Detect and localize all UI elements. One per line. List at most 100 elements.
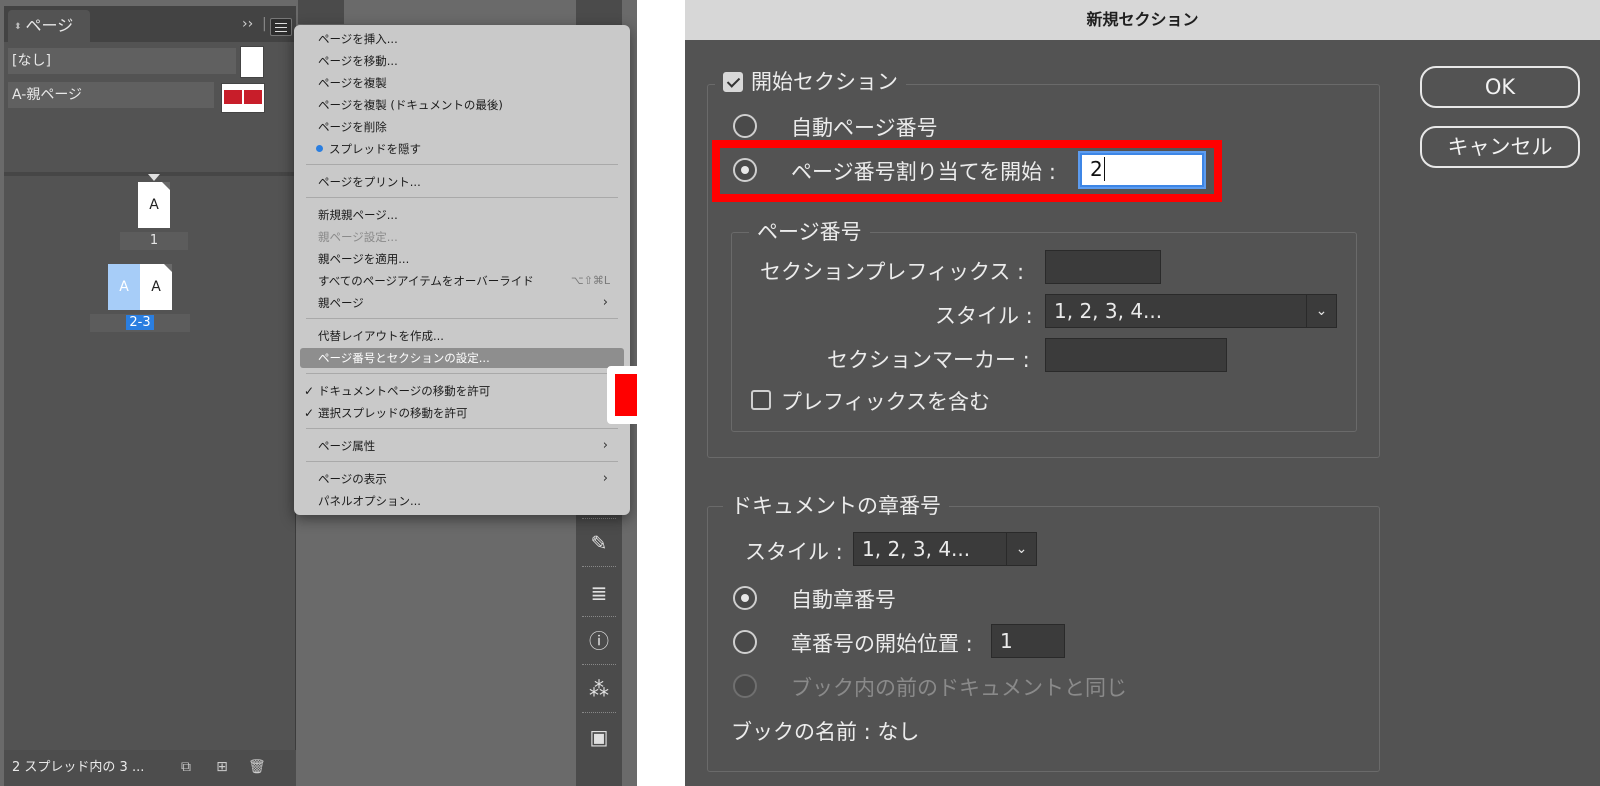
- parent-a-thumb[interactable]: [221, 83, 265, 113]
- tool-separator: [582, 518, 616, 521]
- menu-allow-spread-move[interactable]: ✓ 選択スプレッドの移動を許可: [304, 403, 618, 423]
- section-marker-input[interactable]: [1045, 338, 1227, 372]
- new-page-icon[interactable]: ⊞: [214, 759, 230, 775]
- menu-override-all[interactable]: すべてのページアイテムをオーバーライド ⌥⇧⌘L: [318, 271, 618, 291]
- menu-allow-spread-move-label: 選択スプレッドの移動を許可: [318, 406, 468, 420]
- blue-dot-icon: [316, 145, 323, 152]
- spread-label[interactable]: 2-3: [90, 314, 190, 332]
- page-numbering-legend: ページ番号: [749, 216, 870, 246]
- menu-allow-doc-move-label: ドキュメントページの移動を許可: [318, 384, 491, 398]
- page-1-label[interactable]: 1: [120, 232, 188, 250]
- submenu-chevron-icon: ›: [602, 471, 608, 486]
- same-as-previous-label: ブック内の前のドキュメントと同じ: [791, 676, 1127, 700]
- start-chapter-input[interactable]: 1: [991, 624, 1065, 658]
- menu-view-pages[interactable]: ページの表示 ›: [318, 469, 618, 489]
- auto-page-numbering-radio[interactable]: [733, 114, 757, 138]
- spread-right-fold: [164, 264, 172, 272]
- info-icon[interactable]: ⓘ: [586, 628, 612, 654]
- menu-override-all-label: すべてのページアイテムをオーバーライド: [318, 274, 534, 288]
- submenu-chevron-icon: ›: [602, 295, 608, 310]
- menu-insert-pages[interactable]: ページを挿入...: [318, 29, 618, 49]
- checkmark-icon: ✓: [304, 406, 315, 420]
- pages-tab-label: ページ: [25, 16, 74, 35]
- parent-a-right-page: [244, 90, 262, 104]
- spread-left-page-thumb[interactable]: A: [108, 264, 140, 310]
- tool-separator: [582, 664, 616, 667]
- spread-number: 2-3: [126, 315, 154, 330]
- start-section-label: 開始セクション: [751, 70, 898, 94]
- page-1-parent-letter: A: [149, 197, 159, 213]
- parent-none-thumb[interactable]: [240, 46, 264, 78]
- pages-tab[interactable]: ⬍ ページ: [8, 10, 90, 42]
- auto-page-numbering-label: 自動ページ番号: [791, 116, 938, 140]
- panel-tab-strip: ⬍ ページ ›› |: [4, 6, 296, 42]
- expand-panel-icon[interactable]: ››: [242, 16, 253, 32]
- align-icon[interactable]: ≣: [586, 580, 612, 606]
- include-prefix-checkbox[interactable]: [751, 390, 771, 410]
- chapter-style-select[interactable]: 1, 2, 3, 4... ⌄: [853, 532, 1037, 566]
- menu-parent-pages[interactable]: 親ページ ›: [318, 293, 618, 313]
- menu-separator: [306, 428, 618, 429]
- chevron-down-icon: ⌄: [1306, 295, 1336, 327]
- override-shortcut: ⌥⇧⌘L: [570, 274, 610, 287]
- cancel-button[interactable]: キャンセル: [1420, 126, 1580, 168]
- section-marker-label: セクションマーカー :: [827, 348, 1030, 372]
- parent-none-row[interactable]: [なし]: [8, 48, 236, 74]
- parent-none-label: [なし]: [12, 53, 51, 69]
- start-section-legend[interactable]: 開始セクション: [715, 66, 906, 96]
- menu-separator: [306, 164, 618, 165]
- menu-separator: [306, 318, 618, 319]
- start-section-checkbox[interactable]: [723, 72, 743, 92]
- chevron-down-icon: ⌄: [1006, 533, 1036, 565]
- tool-separator: [582, 616, 616, 619]
- new-section-dialog: 新規セクション 開始セクション 自動ページ番号 ページ番号割り当てを開始 : 2…: [685, 0, 1600, 786]
- menu-new-parent[interactable]: 新規親ページ...: [318, 205, 618, 225]
- swatches-icon[interactable]: ⁂: [586, 676, 612, 702]
- page-1-fold: [162, 182, 170, 190]
- style-select-value: 1, 2, 3, 4...: [1054, 299, 1163, 323]
- style-label: スタイル :: [935, 304, 1033, 328]
- book-name-label: ブックの名前 : なし: [731, 720, 920, 744]
- same-as-previous-radio[interactable]: [733, 674, 757, 698]
- edit-tool-icon[interactable]: ✎: [586, 530, 612, 556]
- screenshot-stage: ⬍ ページ ›› | [なし] A-親ページ A 1 A A 2-3 2 スプレッ…: [0, 0, 1600, 786]
- menu-apply-parent[interactable]: 親ページを適用...: [318, 249, 618, 269]
- menu-duplicate-pages[interactable]: ページを複製: [318, 73, 618, 93]
- start-chapter-label: 章番号の開始位置 :: [791, 632, 973, 656]
- menu-delete-pages[interactable]: ページを削除: [318, 117, 618, 137]
- highlight-box: [712, 140, 1222, 202]
- tab-separator: |: [262, 16, 267, 32]
- menu-move-pages[interactable]: ページを移動...: [318, 51, 618, 71]
- menu-panel-options[interactable]: パネルオプション...: [318, 491, 618, 511]
- trash-icon[interactable]: 🗑: [248, 759, 266, 775]
- menu-hide-spread-label: スプレッドを隠す: [329, 142, 421, 156]
- menu-duplicate-pages-end[interactable]: ページを複製 (ドキュメントの最後): [318, 95, 618, 115]
- parent-a-row[interactable]: A-親ページ: [8, 82, 214, 108]
- menu-page-attributes[interactable]: ページ属性 ›: [318, 436, 618, 456]
- status-text: 2 スプレッド内の 3 ...: [12, 760, 145, 775]
- menu-allow-doc-move[interactable]: ✓ ドキュメントページの移動を許可: [304, 381, 618, 401]
- panel-menu-button[interactable]: [270, 18, 292, 36]
- edit-page-size-icon[interactable]: ⧉: [178, 759, 194, 775]
- menu-print-pages[interactable]: ページをプリント...: [318, 172, 618, 192]
- section-prefix-input[interactable]: [1045, 250, 1161, 284]
- menu-separator: [306, 461, 618, 462]
- menu-hide-spread[interactable]: スプレッドを隠す: [316, 139, 618, 159]
- menu-parent-options[interactable]: 親ページ設定...: [318, 227, 618, 247]
- include-prefix-label: プレフィックスを含む: [781, 390, 990, 414]
- white-gap: [637, 0, 685, 786]
- style-select[interactable]: 1, 2, 3, 4... ⌄: [1045, 294, 1337, 328]
- chapter-style-value: 1, 2, 3, 4...: [862, 537, 971, 561]
- menu-numbering-section[interactable]: ページ番号とセクションの設定...: [300, 348, 624, 368]
- image-icon[interactable]: ▣: [586, 724, 612, 750]
- section-prefix-label: セクションプレフィックス :: [760, 260, 1025, 284]
- menu-alt-layout[interactable]: 代替レイアウトを作成...: [318, 326, 618, 346]
- auto-chapter-radio[interactable]: [733, 586, 757, 610]
- ok-button[interactable]: OK: [1420, 66, 1580, 108]
- parent-a-label: A-親ページ: [12, 87, 83, 103]
- menu-parent-pages-label: 親ページ: [318, 296, 364, 310]
- pages-panel: ⬍ ページ ›› | [なし] A-親ページ A 1 A A 2-3 2 スプレッ…: [4, 6, 296, 786]
- collapse-arrows-icon: ⬍: [14, 21, 22, 32]
- menu-view-pages-label: ページの表示: [318, 472, 387, 486]
- start-chapter-radio[interactable]: [733, 630, 757, 654]
